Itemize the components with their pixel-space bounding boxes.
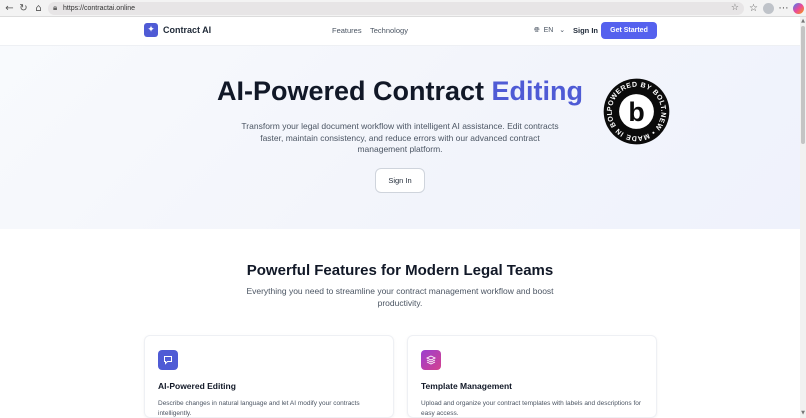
scrollbar-thumb[interactable] [801,26,805,144]
feature-card-title: Template Management [421,381,513,391]
back-arrow-icon[interactable]: ← [4,3,15,14]
feature-card-title: AI-Powered Editing [158,381,236,391]
hero-title: AI-Powered Contract Editing [0,76,800,107]
lock-icon[interactable]: 🔒︎ [53,3,57,13]
chevron-down-icon: ⌄ [559,26,566,34]
language-label: EN [543,27,554,34]
feature-card-description: Describe changes in natural language and… [158,400,360,417]
get-started-button[interactable]: Get Started [601,22,657,39]
favorites-icon[interactable]: ☆ [748,3,759,14]
feature-card-template-management: Template Management Upload and organize … [407,335,657,418]
hero-sign-in-button[interactable]: Sign In [375,168,425,193]
logo-icon[interactable]: ✦ [144,23,158,37]
globe-icon: 🌐︎ [534,26,540,34]
reload-icon[interactable]: ↻ [18,3,29,14]
scroll-down-icon[interactable]: ▼ [800,410,806,416]
header-sign-in-link[interactable]: Sign In [573,26,598,35]
star-icon[interactable]: ☆ [731,3,739,13]
scroll-up-icon[interactable]: ▲ [800,18,806,24]
profile-icon[interactable] [763,3,774,14]
hero-subtitle: Transform your legal document workflow w… [241,121,559,154]
copilot-icon[interactable] [793,3,804,14]
url-text[interactable]: https://contractai.online [63,3,135,14]
layers-icon [421,350,441,370]
more-icon[interactable]: ⋯ [778,3,789,14]
logo-text[interactable]: Contract AI [163,25,211,35]
features-title: Powerful Features for Modern Legal Teams [246,262,554,279]
home-icon[interactable]: ⌂ [33,3,44,14]
hero-title-main: AI-Powered Contract [216,76,492,106]
site-header: ✦ Contract AI Features Technology 🌐︎ EN ⌄… [0,17,800,46]
address-bar[interactable]: 🔒︎ https://contractai.online ☆ [48,2,744,15]
feature-card-ai-editing: AI-Powered Editing Describe changes in n… [144,335,394,418]
features-subtitle: Everything you need to streamline your c… [246,286,554,308]
bolt-badge-icon[interactable]: POWERED BY BOLT.NEW • MADE IN BOLT.NEW •… [603,78,670,145]
language-selector[interactable]: 🌐︎ EN ⌄ [534,26,569,35]
nav-features-link[interactable]: Features [332,26,362,35]
hero-title-accent: Editing [491,76,584,106]
badge-letter: b [628,97,644,127]
hero-section: AI-Powered Contract Editing Transform yo… [0,46,800,229]
nav-technology-link[interactable]: Technology [370,26,408,35]
browser-toolbar: ← ↻ ⌂ 🔒︎ https://contractai.online ☆ ☆ ⋯ [0,0,806,17]
chat-icon [158,350,178,370]
feature-card-description: Upload and organize your contract templa… [421,400,642,417]
